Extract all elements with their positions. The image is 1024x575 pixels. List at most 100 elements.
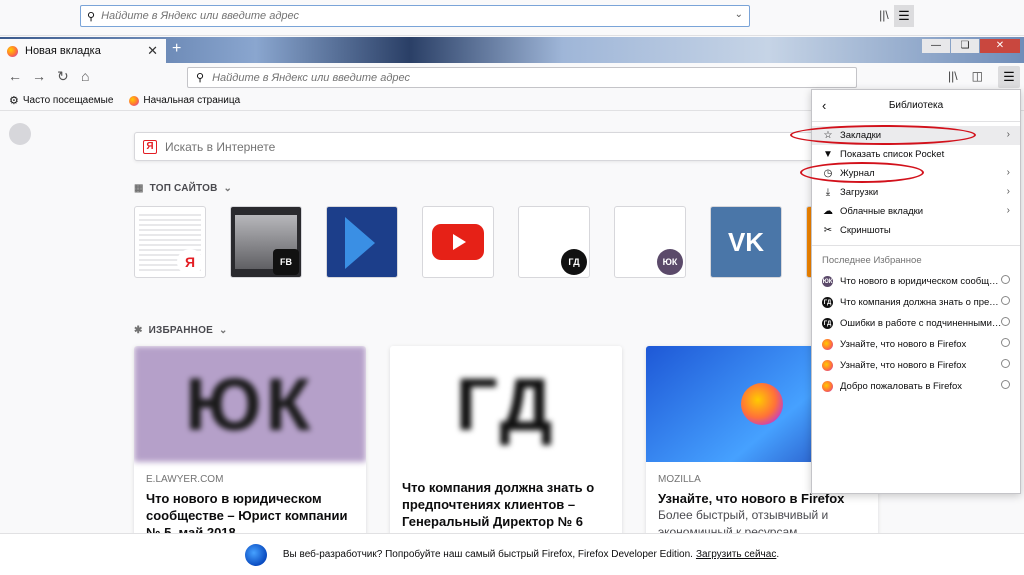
clock-icon — [1001, 359, 1010, 368]
chevron-down-icon: ⌄ — [223, 183, 233, 194]
recent-item[interactable]: ГД Что компания должна знать о предп… — [812, 292, 1020, 313]
recent-item[interactable]: Узнайте, что нового в Firefox — [812, 355, 1020, 376]
top-sites-title: ТОП САЙТОВ — [149, 183, 218, 194]
recent-item[interactable]: Добро пожаловать в Firefox — [812, 376, 1020, 397]
firefox-developer-logo-icon — [244, 543, 267, 566]
reload-icon[interactable]: ↻ — [57, 68, 69, 85]
new-tab-button[interactable]: + — [172, 40, 181, 58]
firefox-icon — [822, 339, 833, 350]
clock-icon — [1001, 380, 1010, 389]
cloud-icon: ☁ — [823, 206, 833, 217]
vk-icon: VK — [727, 226, 765, 257]
firefox-icon — [7, 45, 18, 57]
developer-edition-notice: Вы веб-разработчик? Попробуйте наш самый… — [0, 533, 1024, 575]
search-icon: ⚲ — [87, 10, 96, 23]
top-sites-grid: Я FB ГД ЮК VK — [134, 206, 814, 278]
library-title: Библиотека — [888, 100, 944, 111]
recent-item[interactable]: ЮК Что нового в юридическом сообщест… — [812, 271, 1020, 292]
highlights-heading[interactable]: ✱ ИЗБРАННОЕ ⌄ — [134, 325, 228, 336]
notice-end: . — [776, 549, 780, 560]
recent-item-label: Что нового в юридическом сообщест… — [840, 276, 1002, 287]
library-item-label: Показать список Pocket — [840, 149, 945, 160]
site-favicon: ЮК — [822, 276, 833, 287]
top-site-tile[interactable]: Я — [134, 206, 206, 278]
card-title: Что компания должна знать о предпочтения… — [402, 480, 595, 529]
sidebar-icon[interactable]: ◫ — [972, 69, 983, 83]
home-icon[interactable]: ⌂ — [81, 68, 89, 84]
recent-item[interactable]: Узнайте, что нового в Firefox — [812, 334, 1020, 355]
library-icon[interactable]: ||\ — [948, 69, 958, 83]
site-badge: ЮК — [657, 249, 683, 275]
gear-icon: ⚙ — [9, 95, 19, 107]
back-chevron-icon[interactable]: ‹ — [822, 98, 826, 113]
clock-icon — [1001, 338, 1010, 347]
hamburger-menu-icon[interactable]: ☰ — [998, 66, 1020, 88]
url-bar[interactable]: ⚲ Найдите в Яндекс или введите адрес — [187, 67, 857, 88]
top-site-tile[interactable]: ЮК — [614, 206, 686, 278]
top-sites-heading[interactable]: ▦ ТОП САЙТОВ ⌄ — [134, 183, 232, 194]
bookmark-label: Начальная страница — [143, 95, 241, 106]
library-item-label: Скриншоты — [840, 225, 891, 236]
window-controls: — ❏ ✕ — [921, 39, 1020, 53]
clock-icon — [1001, 317, 1010, 326]
pocket-icon: ▼ — [823, 149, 833, 160]
outer-url-placeholder: Найдите в Яндекс или введите адрес — [101, 10, 300, 22]
bookmark-start-page[interactable]: Начальная страница — [129, 95, 240, 106]
firefox-logo-icon — [9, 123, 31, 145]
back-arrow-icon[interactable]: ← — [8, 68, 22, 84]
chevron-down-icon[interactable]: ⌄ — [735, 9, 743, 20]
site-badge: ГД — [561, 249, 587, 275]
screenshot-icon: ✂ — [823, 225, 833, 236]
annotation-ellipse-bookmarks — [790, 125, 976, 145]
yandex-icon: Я — [143, 139, 157, 154]
card-image: ГД — [390, 346, 622, 462]
library-item-label: Облачные вкладки — [840, 206, 924, 217]
search-icon: ⚲ — [196, 72, 205, 84]
tab-strip: Новая вкладка ✕ + — ❏ ✕ — [0, 37, 1024, 63]
library-panel: ‹ Библиотека ☆ Закладки › ▼ Показать спи… — [811, 89, 1021, 494]
outer-url-bar[interactable]: ⚲ Найдите в Яндекс или введите адрес ⌄ — [80, 5, 750, 27]
outer-toolbar: ⚲ Найдите в Яндекс или введите адрес ⌄ |… — [0, 0, 1024, 36]
top-site-tile[interactable] — [326, 206, 398, 278]
site-badge: Я — [177, 249, 203, 275]
close-window-button[interactable]: ✕ — [980, 39, 1020, 53]
youtube-icon — [432, 224, 484, 260]
site-badge: FB — [273, 249, 299, 275]
minimize-button[interactable]: — — [922, 39, 950, 53]
library-item-synced-tabs[interactable]: ☁ Облачные вкладки › — [812, 202, 1020, 221]
firefox-icon — [129, 95, 140, 106]
forward-arrow-icon[interactable]: → — [32, 68, 46, 84]
web-search-input[interactable]: Я Искать в Интернете — [134, 132, 814, 161]
bookmark-most-visited[interactable]: ⚙ Часто посещаемые — [9, 94, 113, 107]
library-icon[interactable]: ||\ — [879, 8, 889, 22]
recent-item-label: Добро пожаловать в Firefox — [840, 381, 963, 392]
library-item-downloads[interactable]: ⤓ Загрузки › — [812, 183, 1020, 202]
recent-item[interactable]: ГД Ошибки в работе с подчиненными, … — [812, 313, 1020, 334]
close-tab-icon[interactable]: ✕ — [147, 43, 158, 59]
tab-new-tab[interactable]: Новая вкладка ✕ — [0, 39, 166, 63]
recent-item-label: Что компания должна знать о предп… — [840, 297, 1002, 308]
top-site-tile[interactable] — [422, 206, 494, 278]
chevron-right-icon — [345, 217, 375, 269]
chevron-right-icon: › — [1006, 186, 1010, 197]
top-site-tile[interactable]: VK — [710, 206, 782, 278]
recent-item-label: Узнайте, что нового в Firefox — [840, 339, 967, 350]
tab-title: Новая вкладка — [25, 45, 101, 57]
chevron-right-icon: › — [1006, 205, 1010, 216]
library-item-label: Загрузки — [840, 187, 879, 198]
highlights-icon: ✱ — [134, 325, 143, 336]
download-now-link[interactable]: Загрузить сейчас — [696, 549, 776, 560]
hamburger-menu-icon[interactable]: ☰ — [894, 5, 914, 27]
chevron-down-icon: ⌄ — [218, 325, 228, 336]
search-placeholder: Искать в Интернете — [165, 139, 276, 154]
library-item-screenshots[interactable]: ✂ Скриншоты — [812, 221, 1020, 240]
download-icon: ⤓ — [825, 187, 831, 198]
bookmark-label: Часто посещаемые — [22, 95, 114, 106]
firefox-icon — [822, 360, 833, 371]
top-site-tile[interactable]: ГД — [518, 206, 590, 278]
library-item-pocket[interactable]: ▼ Показать список Pocket — [812, 145, 1020, 164]
restore-button[interactable]: ❏ — [951, 39, 979, 53]
top-site-tile[interactable]: FB — [230, 206, 302, 278]
grid-icon: ▦ — [134, 183, 144, 194]
highlights-title: ИЗБРАННОЕ — [148, 325, 213, 336]
